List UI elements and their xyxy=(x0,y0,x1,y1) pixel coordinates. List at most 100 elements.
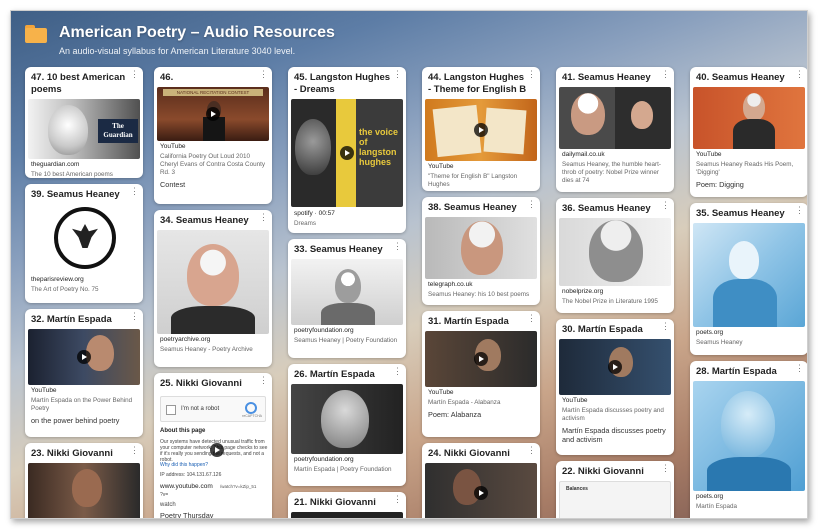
post-thumbnail[interactable] xyxy=(291,259,403,325)
more-options-icon[interactable]: ⋮ xyxy=(661,201,670,210)
recaptcha-brand: reCAPTCHA xyxy=(242,414,262,418)
post-card[interactable]: 47. 10 best American poems ⋮ The Guardia… xyxy=(25,67,143,178)
post-card[interactable]: 46. ⋮ NATIONAL RECITATION CONTEST YouTub… xyxy=(154,67,272,204)
more-options-icon[interactable]: ⋮ xyxy=(795,364,804,373)
more-options-icon[interactable]: ⋮ xyxy=(661,464,670,473)
post-card[interactable]: 38. Seamus Heaney ⋮ telegraph.co.uk Seam… xyxy=(422,197,540,305)
post-thumbnail[interactable] xyxy=(425,331,537,387)
post-source[interactable]: poetryfoundation.org xyxy=(288,454,406,463)
post-card[interactable]: 32. Martín Espada ⋮ YouTube Martín Espad… xyxy=(25,309,143,437)
more-options-icon[interactable]: ⋮ xyxy=(130,446,139,455)
post-source[interactable]: poets.org xyxy=(690,327,807,336)
recaptcha-widget[interactable]: I'm not a robot reCAPTCHA xyxy=(160,396,266,422)
post-thumbnail[interactable] xyxy=(559,218,671,286)
post-thumbnail[interactable] xyxy=(693,223,805,327)
more-options-icon[interactable]: ⋮ xyxy=(393,70,402,79)
more-options-icon[interactable]: ⋮ xyxy=(130,312,139,321)
post-thumbnail[interactable] xyxy=(425,99,537,161)
post-card[interactable]: 39. Seamus Heaney ⋮ theparisreview.org T… xyxy=(25,184,143,303)
post-card[interactable]: 22. Nikki Giovanni ⋮ Balances xyxy=(556,461,674,518)
play-icon[interactable] xyxy=(210,443,224,457)
play-icon[interactable] xyxy=(206,107,220,121)
more-options-icon[interactable]: ⋮ xyxy=(259,70,268,79)
post-thumbnail[interactable]: The Guardian xyxy=(28,99,140,159)
separator: · xyxy=(314,210,317,217)
post-source[interactable]: nobelprize.org xyxy=(556,286,674,295)
post-thumbnail[interactable] xyxy=(291,384,403,454)
post-card[interactable]: 23. Nikki Giovanni ⋮ xyxy=(25,443,143,518)
recaptcha-checkbox[interactable] xyxy=(166,405,176,415)
more-options-icon[interactable]: ⋮ xyxy=(527,70,536,79)
post-source[interactable]: theparisreview.org xyxy=(25,274,143,283)
post-thumbnail[interactable] xyxy=(157,230,269,334)
post-card[interactable]: 44. Langston Hughes - Theme for English … xyxy=(422,67,540,191)
about-link[interactable]: Why did this happen? xyxy=(154,461,272,471)
post-source[interactable]: telegraph.co.uk xyxy=(422,279,540,288)
post-title: 38. Seamus Heaney xyxy=(428,202,517,213)
more-options-icon[interactable]: ⋮ xyxy=(393,242,402,251)
post-card[interactable]: 31. Martín Espada ⋮ YouTube Martín Espad… xyxy=(422,311,540,437)
post-thumbnail[interactable] xyxy=(28,204,140,274)
post-thumbnail[interactable] xyxy=(425,217,537,279)
post-thumbnail[interactable] xyxy=(693,87,805,149)
more-options-icon[interactable]: ⋮ xyxy=(795,70,804,79)
play-icon[interactable] xyxy=(474,352,488,366)
album-cover-text: the voice of langston hughes xyxy=(359,127,399,167)
play-icon[interactable] xyxy=(474,486,488,500)
more-options-icon[interactable]: ⋮ xyxy=(527,446,536,455)
play-icon[interactable] xyxy=(340,146,354,160)
post-source[interactable]: poetryfoundation.org xyxy=(288,325,406,334)
post-card[interactable]: 45. Langston Hughes - Dreams ⋮ the voice… xyxy=(288,67,406,233)
post-source[interactable]: YouTube xyxy=(154,141,272,150)
post-card[interactable]: 25. Nikki Giovanni ⋮ I'm not a robot reC… xyxy=(154,373,272,518)
post-thumbnail[interactable] xyxy=(559,339,671,395)
post-source[interactable]: dailymail.co.uk xyxy=(556,149,674,158)
post-card[interactable]: 26. Martín Espada ⋮ poetryfoundation.org… xyxy=(288,364,406,486)
post-card[interactable]: 40. Seamus Heaney ⋮ YouTube Seamus Heane… xyxy=(690,67,807,197)
more-options-icon[interactable]: ⋮ xyxy=(393,367,402,376)
more-options-icon[interactable]: ⋮ xyxy=(259,376,268,385)
post-thumbnail[interactable] xyxy=(28,463,140,518)
post-thumbnail[interactable] xyxy=(559,87,671,149)
post-thumbnail[interactable] xyxy=(693,381,805,491)
post-source[interactable]: theguardian.com xyxy=(25,159,143,168)
post-thumbnail[interactable]: the voice of langston hughes xyxy=(291,99,403,207)
more-options-icon[interactable]: ⋮ xyxy=(527,200,536,209)
post-source[interactable]: poets.org xyxy=(690,491,807,500)
post-thumbnail[interactable]: NATIONAL RECITATION CONTEST xyxy=(157,87,269,141)
post-source[interactable]: spotify xyxy=(294,210,313,217)
play-icon[interactable] xyxy=(608,360,622,374)
post-card[interactable]: 35. Seamus Heaney ⋮ poets.org Seamus Hea… xyxy=(690,203,807,355)
more-options-icon[interactable]: ⋮ xyxy=(527,314,536,323)
play-icon[interactable] xyxy=(77,350,91,364)
post-source[interactable]: YouTube xyxy=(422,387,540,396)
post-thumbnail[interactable]: Balances xyxy=(559,481,671,518)
more-options-icon[interactable]: ⋮ xyxy=(661,70,670,79)
post-thumbnail[interactable] xyxy=(291,512,403,518)
post-source[interactable]: YouTube xyxy=(556,395,674,404)
post-card[interactable]: 21. Nikki Giovanni ⋮ xyxy=(288,492,406,518)
post-source[interactable]: www.youtube.com xyxy=(154,481,219,490)
more-options-icon[interactable]: ⋮ xyxy=(393,495,402,504)
post-card[interactable]: 30. Martín Espada ⋮ YouTube Martín Espad… xyxy=(556,319,674,455)
more-options-icon[interactable]: ⋮ xyxy=(259,213,268,222)
post-source[interactable]: poetryarchive.org xyxy=(154,334,272,343)
post-source[interactable]: YouTube xyxy=(422,161,540,170)
more-options-icon[interactable]: ⋮ xyxy=(130,187,139,196)
post-thumbnail[interactable] xyxy=(28,329,140,385)
post-card[interactable]: 28. Martín Espada ⋮ poets.org Martín Esp… xyxy=(690,361,807,518)
post-card[interactable]: 33. Seamus Heaney ⋮ poetryfoundation.org… xyxy=(288,239,406,358)
post-source[interactable]: YouTube xyxy=(690,149,807,158)
post-card[interactable]: 41. Seamus Heaney ⋮ dailymail.co.uk Seam… xyxy=(556,67,674,192)
post-card[interactable]: 34. Seamus Heaney ⋮ poetryarchive.org Se… xyxy=(154,210,272,367)
post-card[interactable]: 36. Seamus Heaney ⋮ nobelprize.org The N… xyxy=(556,198,674,313)
post-title: 31. Martín Espada xyxy=(428,316,509,327)
post-card[interactable]: 24. Nikki Giovanni ⋮ xyxy=(422,443,540,518)
more-options-icon[interactable]: ⋮ xyxy=(130,70,139,79)
more-options-icon[interactable]: ⋮ xyxy=(661,322,670,331)
post-source[interactable]: YouTube xyxy=(25,385,143,394)
play-icon[interactable] xyxy=(474,123,488,137)
more-options-icon[interactable]: ⋮ xyxy=(795,206,804,215)
padlet-board: American Poetry – Audio Resources An aud… xyxy=(10,10,808,519)
post-thumbnail[interactable] xyxy=(425,463,537,518)
